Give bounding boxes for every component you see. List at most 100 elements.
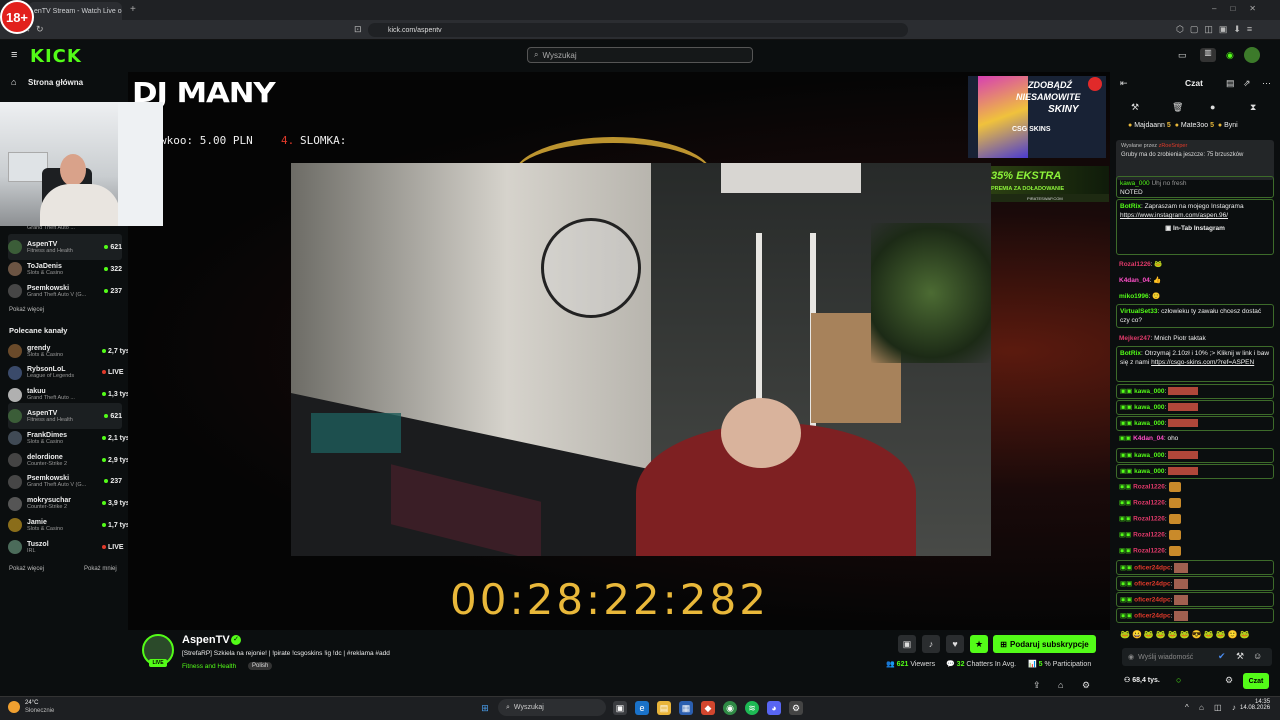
sidebar-recommended-item[interactable]: Tuszol IRL LIVE [8,534,124,560]
chat-message[interactable]: ▣▣ kawa_000: [1116,384,1274,399]
channel-points[interactable]: ⚇ 68,4 tys. [1124,676,1160,684]
chat-username[interactable]: Rozal1226 [1133,484,1165,491]
chat-username[interactable]: kawa_000 [1134,388,1164,395]
chat-message[interactable]: Mejker247: Mnich Piotr taktak [1116,332,1274,345]
url-field[interactable]: kick.com/aspentv [368,23,908,37]
start-icon[interactable]: ⊞ [478,701,492,715]
chat-message[interactable]: ▣▣ oficer24dpc: [1116,608,1274,623]
taskbar-search[interactable]: ⌕ Wyszukaj [498,699,606,716]
verified-badge-icon[interactable]: ✔ [1218,651,1226,662]
chat-message[interactable]: ▣▣ kawa_000: [1116,416,1274,431]
chat-message-bot[interactable]: BotRix: Otrzymaj 2.10zł i 10% ;> Kliknij… [1116,346,1274,382]
chat-message[interactable]: miko1996: 🙂 [1116,290,1274,303]
emote-picker-row[interactable]: 🐸😀🐸🐸🐸🐸😎🐸🐸🙂🐸 [1120,630,1252,639]
chat-message[interactable]: kawa_000 Uhj no fresh NOTED [1116,176,1274,198]
gift-subscription-button[interactable]: ⊞ Podaruj subskrypcje [993,635,1096,653]
chat-username[interactable]: Rozal1226 [1133,516,1165,523]
bubble-icon[interactable]: ● [1210,102,1215,112]
points-icon[interactable]: ◉ [1226,50,1234,61]
search-input[interactable]: ⌕ Wyszukaj [527,47,753,63]
chat-commands-icon[interactable]: ⚒ [1236,651,1244,662]
theater-icon[interactable]: ▭ [1178,50,1187,61]
chrome-icon[interactable]: ◉ [723,701,737,715]
browser-tab[interactable]: enTV Stream - Watch Live o✕ [28,2,122,20]
chat-message[interactable]: ▣▣ kawa_000: [1116,400,1274,415]
kick-logo[interactable]: KICK [30,46,82,67]
window-controls[interactable]: –□✕ [1212,4,1270,13]
chat-popout-icon[interactable]: ⇗ [1243,78,1251,89]
streamer-name[interactable]: AspenTV [182,634,230,646]
chat-username[interactable]: Rozal1226 [1133,500,1165,507]
user-avatar[interactable] [1244,47,1260,63]
sidebar-home[interactable]: Strona główna [28,78,83,87]
chat-message[interactable]: ▣▣ Rozal1226: [1116,480,1274,495]
hammer-icon[interactable]: ⚒ [1131,102,1139,113]
chat-username[interactable]: K4dan_04 [1133,435,1164,442]
collapse-chat-icon[interactable]: ⇤ [1120,78,1128,89]
bookmark-icon[interactable]: ⊡ [354,24,362,35]
chat-message[interactable]: ▣▣ K4dan_04: oho [1116,432,1274,447]
language-tag[interactable]: Polish [248,662,273,670]
chat-message[interactable]: Rozal1226: 🐸 [1116,258,1274,271]
send-chat-button[interactable]: Czat [1243,673,1269,689]
browser-extensions-icon[interactable]: ⬡▢◫▣⬇≡ [1176,24,1258,35]
chat-message[interactable]: VirtualSet33: człowieku ty zawału chcesz… [1116,304,1274,328]
chat-message[interactable]: ▣▣ kawa_000: [1116,464,1274,479]
chat-username[interactable]: oficer24dpc [1134,581,1171,588]
chat-username[interactable]: Rozal1226 [1133,548,1165,555]
follow-heart-icon[interactable]: ♥ [946,635,964,653]
brave-icon[interactable]: ◆ [701,701,715,715]
edge-icon[interactable]: e [635,701,649,715]
instagram-button[interactable]: ▣ In-Tab Instagram [1120,224,1270,233]
chat-message[interactable]: ▣▣ Rozal1226: [1116,496,1274,511]
chat-message[interactable]: ▣▣ oficer24dpc: [1116,560,1274,575]
chat-username[interactable]: kawa_000 [1134,468,1164,475]
system-tray-icons[interactable]: ^ ⌂ ◫ ♪ [1185,703,1240,712]
reload-icon[interactable]: ↻ [36,24,44,35]
chat-settings-icon[interactable]: ⚙ [1225,675,1233,686]
pirateswap-ad[interactable]: 35% EKSTRA PREMIA ZA DOŁADOWANIE PIRATES… [991,166,1109,202]
chat-message-bot[interactable]: BotRix: Zapraszam na mojego Instagrama h… [1116,199,1274,255]
chat-username[interactable]: Rozal1226 [1133,532,1165,539]
menu-icon[interactable]: ≡ [11,49,17,61]
chat-username[interactable]: oficer24dpc [1134,613,1171,620]
chat-username[interactable]: oficer24dpc [1134,565,1171,572]
chat-input[interactable]: ◉ Wyślij wiadomość [1122,648,1272,666]
chat-username[interactable]: kawa_000 [1134,452,1164,459]
timer-icon[interactable]: ⧗ [1250,102,1256,113]
stream-category[interactable]: Fitness and Health [182,663,236,670]
chat-username[interactable]: kawa_000 [1134,420,1164,427]
pinned-message[interactable]: Wysłane przez zRoeSniper Gruby ma do zro… [1116,140,1274,180]
show-less-recommended[interactable]: Pokaż mniej [84,566,117,572]
settings-icon[interactable]: ⚙ [1082,680,1090,691]
chat-emote-icon[interactable]: ◉ [1128,653,1134,661]
chat-message[interactable]: ▣▣ Rozal1226: [1116,544,1274,559]
discord-icon[interactable]: ◕ [767,701,781,715]
share-icon[interactable]: ⇪ [1033,680,1041,691]
notification-bell-icon[interactable]: ♪ [922,635,940,653]
store-icon[interactable]: ▦ [679,701,693,715]
task-view-icon[interactable]: ▣ [613,701,627,715]
chat-message[interactable]: ▣▣ oficer24dpc: [1116,576,1274,591]
show-more-recommended[interactable]: Pokaż więcej [9,566,44,572]
layout-icon[interactable]: ▥ [1200,48,1216,62]
emoji-icon[interactable]: ☺ [1253,651,1262,661]
chat-users-icon[interactable]: ▤ [1226,78,1235,89]
app-icon[interactable]: ⚙ [789,701,803,715]
lock-icon[interactable]: ⌂ [1058,680,1063,690]
chat-message[interactable]: ▣▣ kawa_000: [1116,448,1274,463]
csgoskins-ad[interactable]: ZDOBĄDŹ NIESAMOWITE SKINY CSG SKINS [968,76,1106,158]
new-tab-icon[interactable]: + [130,4,136,15]
subscribe-star-icon[interactable]: ★ [970,635,988,653]
chat-message[interactable]: K4dan_04: 👍 [1116,274,1274,287]
explorer-icon[interactable]: ▤ [657,701,671,715]
trash-icon[interactable]: 🗑 [1172,102,1183,113]
spotify-icon[interactable]: ≋ [745,701,759,715]
show-more-followed[interactable]: Pokaż więcej [9,307,44,313]
chat-username[interactable]: oficer24dpc [1134,597,1171,604]
chat-message[interactable]: ▣▣ oficer24dpc: [1116,592,1274,607]
chat-message[interactable]: ▣▣ Rozal1226: [1116,528,1274,543]
chat-more-icon[interactable]: ⋯ [1262,78,1271,89]
points-circle-icon[interactable]: ○ [1176,675,1181,685]
sidebar-followed-item[interactable]: Psemkowski Grand Theft Auto V (G... 237 [8,278,122,304]
